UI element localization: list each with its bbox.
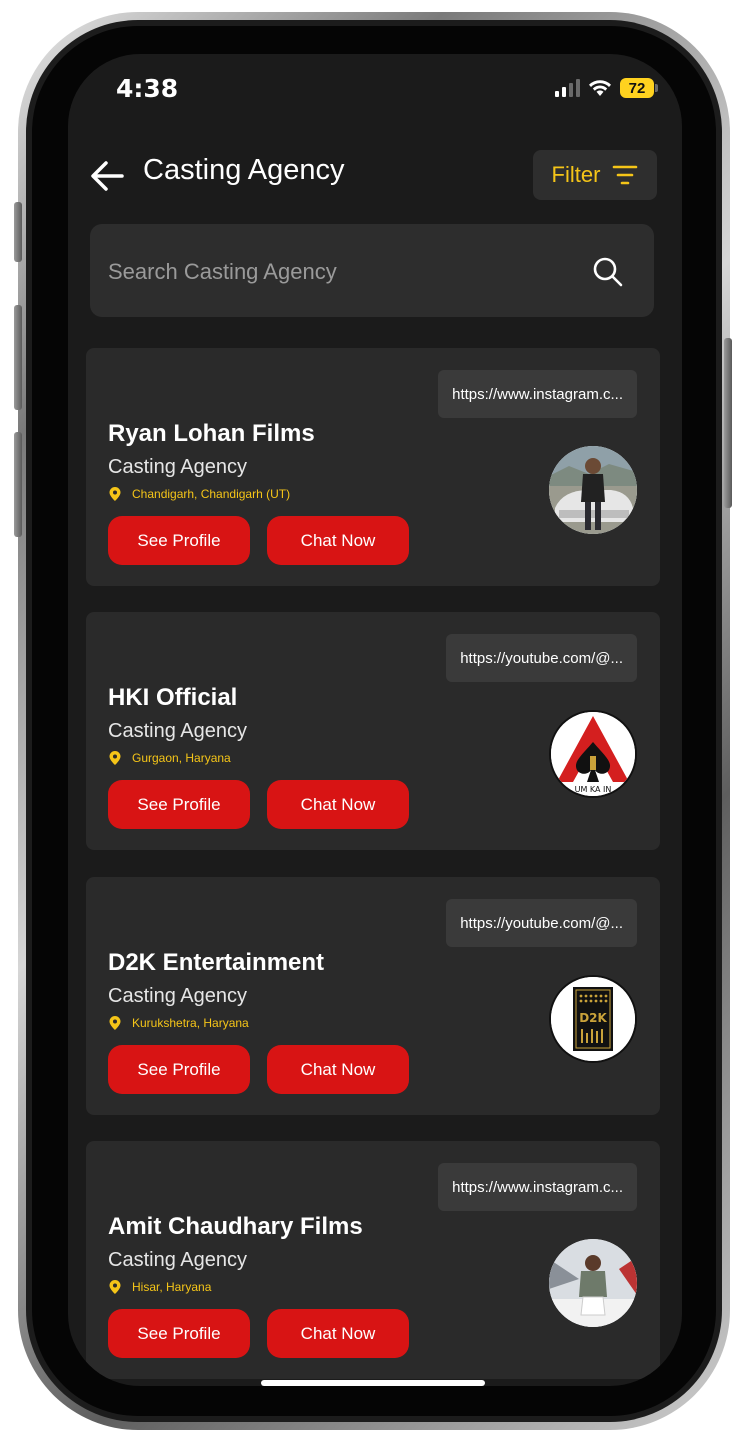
agency-avatar: D2K [549, 975, 637, 1063]
app-screen: 4:38 72 Casting Agency Filter https: [68, 54, 682, 1386]
chat-now-button[interactable]: Chat Now [267, 1045, 409, 1094]
back-arrow-icon [91, 161, 124, 191]
see-profile-button[interactable]: See Profile [108, 1045, 250, 1094]
social-link[interactable]: https://www.instagram.c... [438, 1163, 637, 1211]
wifi-icon [589, 80, 611, 96]
search-input[interactable] [106, 224, 580, 319]
agency-location: Chandigarh, Chandigarh (UT) [108, 486, 290, 502]
location-text: Hisar, Haryana [132, 1280, 212, 1294]
agency-avatar [549, 446, 637, 534]
search-bar [90, 224, 654, 319]
agency-type: Casting Agency [108, 985, 247, 1007]
agency-type: Casting Agency [108, 456, 247, 478]
chat-now-button[interactable]: Chat Now [267, 780, 409, 829]
location-text: Kurukshetra, Haryana [132, 1016, 249, 1030]
filter-label: Filter [551, 162, 601, 187]
status-icons: 72 [555, 78, 658, 98]
agency-location: Kurukshetra, Haryana [108, 1015, 249, 1031]
location-pin-icon [109, 1280, 121, 1294]
search-icon[interactable] [592, 256, 624, 288]
logo-text: D2K [579, 1011, 607, 1025]
chat-now-button[interactable]: Chat Now [267, 516, 409, 565]
location-text: Gurgaon, Haryana [132, 751, 231, 765]
logo-text: UM KA IN [575, 785, 612, 794]
status-time: 4:38 [116, 74, 179, 103]
power-button [724, 338, 732, 508]
see-profile-button[interactable]: See Profile [108, 1309, 250, 1358]
back-button[interactable] [88, 156, 132, 196]
chat-now-button[interactable]: Chat Now [267, 1309, 409, 1358]
agency-name: HKI Official [108, 684, 238, 711]
filter-button[interactable]: Filter [533, 150, 657, 200]
agency-card[interactable]: https://www.instagram.c... Ryan Lohan Fi… [86, 348, 660, 586]
agency-card[interactable]: https://www.instagram.c... Amit Chaudhar… [86, 1141, 660, 1379]
agency-card[interactable]: https://youtube.com/@... HKI Official Ca… [86, 612, 660, 850]
see-profile-button[interactable]: See Profile [108, 516, 250, 565]
agency-type: Casting Agency [108, 1249, 247, 1271]
battery-icon: 72 [620, 78, 658, 98]
agency-card[interactable]: https://youtube.com/@... D2K Entertainme… [86, 877, 660, 1115]
agency-name: Amit Chaudhary Films [108, 1213, 363, 1240]
social-link[interactable]: https://youtube.com/@... [446, 634, 637, 682]
agency-name: Ryan Lohan Films [108, 420, 315, 447]
see-profile-button[interactable]: See Profile [108, 780, 250, 829]
action-button [14, 202, 22, 262]
social-link[interactable]: https://www.instagram.c... [438, 370, 637, 418]
agency-location: Gurgaon, Haryana [108, 750, 231, 766]
home-indicator[interactable] [261, 1380, 485, 1386]
volume-down-button [14, 432, 22, 537]
location-pin-icon [109, 751, 121, 765]
agency-location: Hisar, Haryana [108, 1279, 211, 1295]
agency-name: D2K Entertainment [108, 949, 325, 976]
volume-up-button [14, 305, 22, 410]
location-pin-icon [109, 1016, 121, 1030]
filter-icon [613, 165, 638, 185]
agency-avatar: UM KA IN [549, 710, 637, 798]
page-title: Casting Agency [143, 154, 345, 186]
agency-avatar [549, 1239, 637, 1327]
location-text: Chandigarh, Chandigarh (UT) [132, 487, 291, 501]
cellular-signal-icon [555, 79, 580, 97]
agency-type: Casting Agency [108, 720, 247, 742]
location-pin-icon [109, 487, 121, 501]
social-link[interactable]: https://youtube.com/@... [446, 899, 637, 947]
